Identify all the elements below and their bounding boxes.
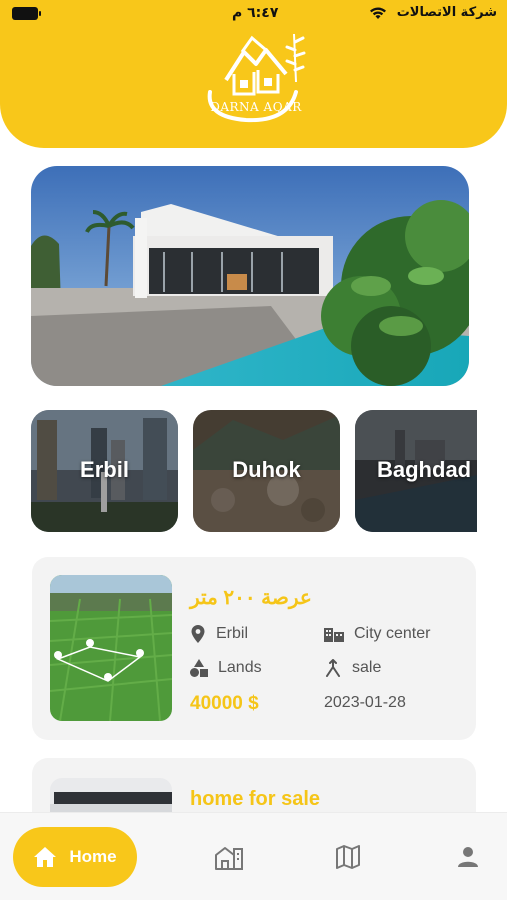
hero-image xyxy=(31,166,469,386)
city-name: Duhok xyxy=(232,457,301,482)
app-logo xyxy=(207,33,306,123)
listing-category: Lands xyxy=(190,659,262,677)
battery-icon xyxy=(12,7,41,20)
listing-date: 2023-01-28 xyxy=(324,694,406,711)
location-text: Erbil xyxy=(216,625,249,642)
logo-text: DARNA AQAR xyxy=(210,100,302,114)
hero-banner[interactable] xyxy=(31,166,469,386)
carrier-name: شركة الاتصالات xyxy=(396,5,497,20)
listing-title: home for sale xyxy=(190,788,321,810)
bottom-navigation: Home xyxy=(0,812,507,900)
city-card-erbil[interactable]: Erbil xyxy=(31,410,178,532)
city-name: Erbil xyxy=(80,457,129,482)
profile-icon[interactable] xyxy=(457,846,479,868)
city-name: Baghdad xyxy=(377,457,472,482)
listing-price: 40000 $ xyxy=(190,693,259,714)
city-carousel[interactable]: Erbil Duhok Baghdad xyxy=(31,410,477,532)
nav-home-button[interactable]: Home xyxy=(13,827,137,887)
header: ٦:٤٧ م شركة الاتصالات DARNA AQAR xyxy=(0,0,507,148)
app-screen: ٦:٤٧ م شركة الاتصالات DARNA AQAR Erbil D… xyxy=(0,0,507,900)
listing-location: Erbil xyxy=(190,625,248,643)
deal-type-text: sale xyxy=(352,659,382,676)
listing-deal-type: sale xyxy=(324,659,381,677)
category-text: Lands xyxy=(218,659,262,676)
location-pin-icon xyxy=(191,625,205,643)
buildings-icon xyxy=(324,628,344,642)
listing-area: City center xyxy=(324,625,430,643)
listing-card[interactable]: عرصة ٢٠٠ متر Erbil City center Lands sal… xyxy=(32,557,476,740)
listing-title: عرصة ٢٠٠ متر xyxy=(190,587,312,609)
listing-image xyxy=(50,575,172,721)
city-card-duhok[interactable]: Duhok xyxy=(193,410,340,532)
shapes-icon xyxy=(190,659,208,677)
wifi-icon xyxy=(370,7,386,19)
handshake-icon xyxy=(326,659,340,677)
status-time: ٦:٤٧ م xyxy=(232,5,279,21)
city-card-baghdad[interactable]: Baghdad xyxy=(355,410,477,532)
home-icon xyxy=(34,847,57,867)
map-icon[interactable] xyxy=(336,845,360,869)
area-text: City center xyxy=(354,625,431,642)
nav-home-label: Home xyxy=(69,847,117,866)
properties-icon[interactable] xyxy=(214,845,244,871)
